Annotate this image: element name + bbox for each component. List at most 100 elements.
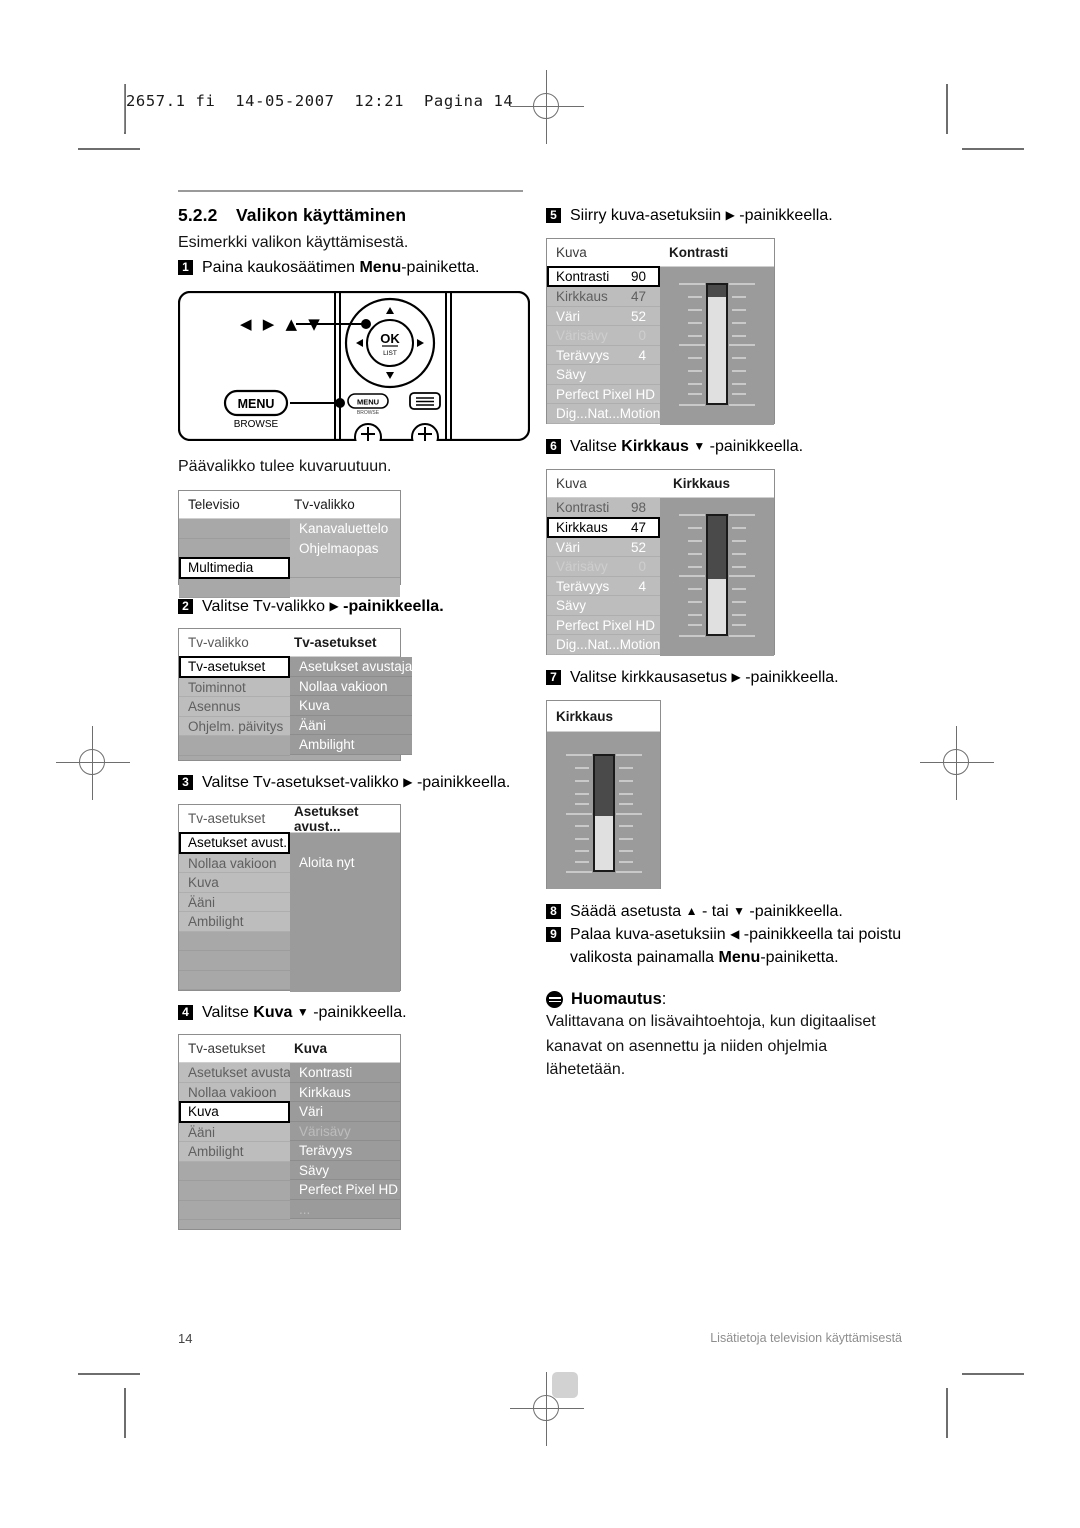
- tv-slider-kirkkaus-single-pane[interactable]: [547, 732, 660, 889]
- tv-menu-tvvalikko-item-ohjelmpaivitys[interactable]: Ohjelm. päivitys: [179, 716, 290, 736]
- tv-menu-kontrasti[interactable]: Kuva Kontrasti Kontrasti 90 Kirkkaus 47 Vä…: [546, 238, 775, 425]
- brightness-slider-track[interactable]: [706, 514, 728, 636]
- tv-menu-kontrasti-slider-pane[interactable]: [660, 267, 774, 425]
- tv-menu-kuva-sub-more[interactable]: ...: [290, 1199, 400, 1219]
- tv-menu-kuva-item-kuva[interactable]: Kuva: [179, 1101, 290, 1123]
- tv-menu-tvasetukset-item-kuva[interactable]: Kuva: [179, 873, 290, 893]
- tv-menu-kontrasti-row-kontrasti-value: 90: [630, 269, 646, 284]
- brightness-slider-large[interactable]: [565, 754, 642, 873]
- contrast-slider-track[interactable]: [706, 283, 728, 405]
- tv-menu-kuva-item-nollaavakioon[interactable]: Nollaa vakioon: [179, 1082, 290, 1102]
- tv-menu-tvvalikko-sub-nollaavakioon[interactable]: Nollaa vakioon: [290, 676, 413, 696]
- tv-menu-tvasetukset-sub-aloitanyt[interactable]: Aloita nyt: [290, 852, 400, 872]
- tv-menu-kuva-sub-varisavy: Värisävy: [290, 1121, 400, 1141]
- right-arrow-icon: ▶: [731, 670, 741, 684]
- down-arrow-icon: ▼: [693, 439, 706, 453]
- tv-slider-kirkkaus-single[interactable]: Kirkkaus: [546, 700, 661, 889]
- tv-menu-kirkkaus-row-dignatmotion[interactable]: Dig...Nat...Motion: [547, 635, 660, 655]
- step-9-line2-bold: Menu: [718, 949, 761, 966]
- tv-menu-tvvalikko[interactable]: Tv-valikko Tv-asetukset Tv-asetukset Toi…: [178, 628, 413, 761]
- contrast-slider-fill: [708, 296, 726, 403]
- tv-menu-kirkkaus-row-vari-value: 52: [630, 539, 646, 555]
- tv-menu-main-item-multimedia[interactable]: Multimedia: [179, 557, 290, 579]
- tv-menu-kontrasti-left-column: Kontrasti 90 Kirkkaus 47 Väri 52 Värisävy 0 …: [547, 266, 660, 425]
- step-1-bold: Menu: [359, 259, 402, 276]
- tv-menu-kuva-item-asetuksetavustaja[interactable]: Asetukset avustaja: [179, 1063, 290, 1083]
- tv-menu-kontrasti-row-kontrasti[interactable]: Kontrasti 90: [547, 266, 660, 287]
- tv-menu-kirkkaus-row-varisavy-label: Värisävy: [556, 559, 608, 574]
- remote-control-svg: OK LIST ◀ ▶ ▲ ▼ MENU BROWSE MENU BROWSE: [177, 290, 531, 451]
- tv-menu-kontrasti-row-kirkkaus[interactable]: Kirkkaus 47: [547, 287, 660, 307]
- tv-menu-tvasetukset-item-nollaavakioon[interactable]: Nollaa vakioon: [179, 853, 290, 873]
- tv-menu-kuva-item-aani[interactable]: Ääni: [179, 1122, 290, 1142]
- tv-menu-main-sub-kanavaluettelo[interactable]: Kanavaluettelo: [290, 519, 400, 539]
- tv-menu-kirkkaus-row-teravyys[interactable]: Terävyys 4: [547, 576, 660, 596]
- tv-menu-tvasetukset-spacer-3: [179, 970, 290, 990]
- crop-mark-bottom-right: [962, 1373, 1024, 1375]
- tv-menu-kirkkaus-row-vari-label: Väri: [556, 539, 581, 555]
- tv-menu-tvasetukset-item-ambilight[interactable]: Ambilight: [179, 912, 290, 932]
- tv-menu-kuva-sub-teravyys[interactable]: Terävyys: [290, 1141, 400, 1161]
- tv-menu-tvasetukset[interactable]: Tv-asetukset Asetukset avust... Asetukse…: [178, 804, 401, 992]
- tv-menu-tvasetukset-item-aani[interactable]: Ääni: [179, 892, 290, 912]
- tv-menu-main-header-right: Tv-valikko: [294, 497, 355, 512]
- tv-menu-kirkkaus-row-kirkkaus[interactable]: Kirkkaus 47: [547, 516, 660, 538]
- tv-menu-kontrasti-row-savy[interactable]: Sävy: [547, 365, 660, 385]
- tv-menu-tvasetukset-item-asetuksetavust[interactable]: Asetukset avust...: [179, 832, 290, 854]
- tv-menu-main-sub-divider: [290, 558, 400, 578]
- tv-menu-tvvalikko-item-tvasetukset[interactable]: Tv-asetukset: [179, 656, 290, 678]
- tv-menu-kirkkaus-slider-pane[interactable]: [660, 498, 774, 656]
- tv-menu-tvvalikko-item-toiminnot[interactable]: Toiminnot: [179, 677, 290, 697]
- step-6-bold: Kirkkaus: [621, 438, 689, 455]
- tv-menu-main-right-column: Kanavaluettelo Ohjelmaopas: [290, 519, 400, 597]
- tv-menu-kontrasti-row-vari[interactable]: Väri 52: [547, 306, 660, 326]
- step-1-badge: 1: [178, 260, 193, 275]
- step-2-post: -painikkeella.: [343, 598, 444, 615]
- step-9-badge: 9: [546, 927, 561, 942]
- tv-slider-kirkkaus-single-header: Kirkkaus: [547, 701, 660, 732]
- tv-menu-tvvalikko-sub-kuva[interactable]: Kuva: [290, 696, 413, 716]
- tv-menu-kirkkaus-row-kontrasti[interactable]: Kontrasti 98: [547, 498, 660, 518]
- section-title-text: Valikon käyttäminen: [236, 205, 407, 225]
- note-label-text: Huomautus: [571, 990, 662, 1008]
- tv-menu-kontrasti-row-teravyys[interactable]: Terävyys 4: [547, 345, 660, 365]
- tv-menu-main-sub-ohjelmaopas[interactable]: Ohjelmaopas: [290, 538, 400, 558]
- tv-menu-tvvalikko-header: Tv-valikko Tv-asetukset: [179, 629, 400, 657]
- tv-menu-kuva-item-ambilight[interactable]: Ambilight: [179, 1142, 290, 1162]
- tv-menu-kuva-sub-kirkkaus[interactable]: Kirkkaus: [290, 1082, 400, 1102]
- tv-menu-main-spacer-1: [179, 519, 290, 539]
- tv-menu-tvvalikko-sub-asetuksetavustaja[interactable]: Asetukset avustaja: [290, 657, 413, 677]
- tv-menu-main[interactable]: Televisio Tv-valikko Multimedia Kanavalu…: [178, 490, 401, 598]
- tv-menu-kirkkaus-row-kirkkaus-label: Kirkkaus: [556, 519, 608, 535]
- tv-menu-tvvalikko-sub-ambilight[interactable]: Ambilight: [290, 735, 413, 755]
- step-1: 1 Paina kaukosäätimen Menu-painiketta.: [178, 256, 530, 279]
- tv-menu-kuva[interactable]: Tv-asetukset Kuva Asetukset avustaja Nol…: [178, 1034, 401, 1230]
- tv-menu-kuva-sub-kontrasti[interactable]: Kontrasti: [290, 1063, 400, 1083]
- tv-menu-kuva-sub-vari[interactable]: Väri: [290, 1102, 400, 1122]
- tv-menu-kuva-sub-savy[interactable]: Sävy: [290, 1160, 400, 1180]
- step-2: 2 Valitse Tv-valikko ▶ -painikkeella.: [178, 595, 530, 618]
- tv-menu-kontrasti-row-dignatmotion[interactable]: Dig...Nat...Motion: [547, 404, 660, 424]
- right-arrow-icon: ▶: [329, 599, 339, 613]
- step-9-post: -painikkeella tai poistu: [739, 926, 902, 943]
- tv-menu-kuva-left-column: Asetukset avustaja Nollaa vakioon Kuva Ä…: [179, 1063, 290, 1231]
- tv-menu-tvvalikko-item-asennus[interactable]: Asennus: [179, 697, 290, 717]
- step-2-pre: Valitse Tv-valikko: [202, 598, 330, 615]
- tv-menu-kontrasti-row-varisavy-label: Värisävy: [556, 328, 608, 343]
- tv-menu-kirkkaus[interactable]: Kuva Kirkkaus Kontrasti 98 Kirkkaus 47 Vär…: [546, 469, 775, 656]
- tv-menu-kontrasti-row-perfectpixelhd[interactable]: Perfect Pixel HD: [547, 384, 660, 404]
- brightness-slider-large-track[interactable]: [592, 754, 615, 872]
- tv-menu-kirkkaus-row-perfectpixelhd[interactable]: Perfect Pixel HD: [547, 615, 660, 635]
- note-label: Huomautus:: [571, 990, 666, 1009]
- tv-menu-kuva-sub-perfectpixelhd[interactable]: Perfect Pixel HD: [290, 1180, 400, 1200]
- tv-menu-tvvalikko-sub-aani[interactable]: Ääni: [290, 715, 413, 735]
- step-1-text: Paina kaukosäätimen Menu-painiketta.: [202, 256, 530, 279]
- step-1-post: -painiketta.: [401, 259, 480, 276]
- step-6-pre: Valitse: [570, 438, 622, 455]
- step-3-badge: 3: [178, 775, 193, 790]
- tv-menu-kirkkaus-row-savy[interactable]: Sävy: [547, 596, 660, 616]
- contrast-slider[interactable]: [679, 283, 755, 406]
- brightness-slider[interactable]: [679, 514, 755, 637]
- tv-menu-kirkkaus-row-vari[interactable]: Väri 52: [547, 537, 660, 557]
- left-column: 5.2.2 Valikon käyttäminen Esimerkki valik…: [177, 190, 531, 1240]
